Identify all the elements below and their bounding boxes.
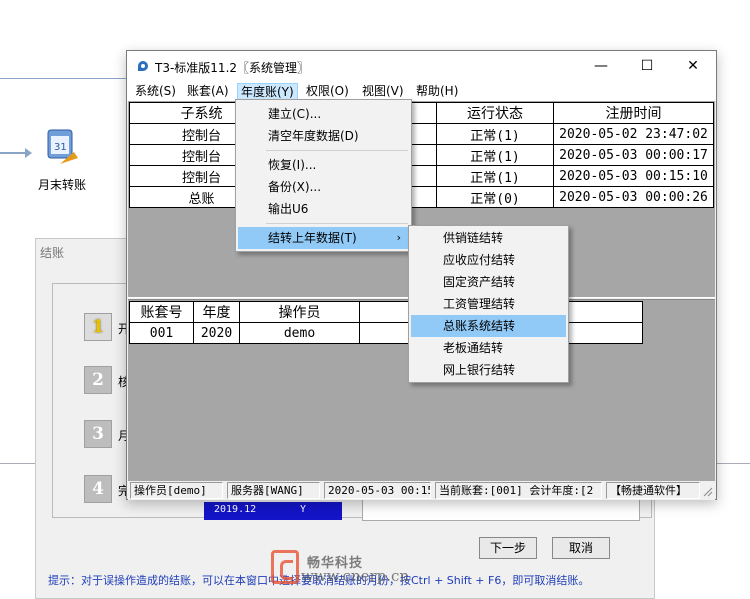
month-end-transfer-label[interactable]: 月末转账 bbox=[38, 176, 86, 193]
status-account: 当前账套:[001] 会计年度:[2 bbox=[435, 482, 602, 499]
column-header[interactable]: 账套号 bbox=[129, 301, 194, 323]
menu-item-carry-forward[interactable]: 结转上年数据(T) › bbox=[238, 227, 409, 249]
table-header-row: 子系统 站点 运行状态 注册时间 bbox=[129, 102, 714, 124]
table-cell: 001 bbox=[129, 322, 194, 344]
menu-separator bbox=[266, 150, 408, 151]
menu-bar: 系统(S) 账套(A) 年度账(Y) 权限(O) 视图(V) 帮助(H) bbox=[127, 81, 716, 101]
status-datetime: 2020-05-03 00:15 bbox=[324, 482, 431, 499]
flow-arrow bbox=[0, 148, 32, 158]
menu-item-create[interactable]: 建立(C)... bbox=[238, 103, 409, 125]
background-connector bbox=[0, 78, 126, 79]
table-cell: 2020-05-03 00:00:26 bbox=[553, 186, 714, 208]
table-row[interactable]: 控制台 正常(1) 2020-05-03 00:00:17 bbox=[129, 144, 714, 166]
dialog-title: 结账 bbox=[40, 246, 65, 260]
submenu-item-general-ledger[interactable]: 总账系统结转 bbox=[411, 315, 566, 337]
year-account-menu: 建立(C)... 清空年度数据(D) 恢复(I)... 备份(X)... 输出U… bbox=[235, 99, 412, 252]
carry-forward-submenu: 供销链结转 应收应付结转 固定资产结转 工资管理结转 总账系统结转 老板通结转 … bbox=[408, 225, 569, 383]
table-cell: 正常(1) bbox=[436, 144, 554, 166]
submenu-arrow-icon: › bbox=[396, 231, 401, 244]
close-button[interactable]: ✕ bbox=[670, 51, 716, 81]
menu-system[interactable]: 系统(S) bbox=[132, 83, 179, 101]
table-cell: 2020-05-03 00:00:17 bbox=[553, 144, 714, 166]
table-cell: 2020-05-02 23:47:02 bbox=[553, 123, 714, 145]
watermark-url: www.cnerp.cn bbox=[301, 567, 410, 585]
menu-item-clear-year-data[interactable]: 清空年度数据(D) bbox=[238, 125, 409, 147]
step-4-icon: 4 bbox=[84, 475, 112, 503]
column-header[interactable]: 注册时间 bbox=[553, 102, 714, 124]
status-operator: 操作员[demo] bbox=[130, 482, 223, 499]
maximize-button[interactable]: ☐ bbox=[624, 51, 670, 81]
submenu-item-receivable-payable[interactable]: 应收应付结转 bbox=[411, 249, 566, 271]
status-brand: 【畅捷通软件】 bbox=[606, 482, 700, 499]
app-icon bbox=[138, 61, 148, 71]
table-cell: 正常(1) bbox=[436, 123, 554, 145]
window-title: T3-标准版11.2〖系统管理〗 bbox=[155, 61, 310, 75]
submenu-item-online-banking[interactable]: 网上银行结转 bbox=[411, 359, 566, 381]
column-header[interactable]: 操作员 bbox=[239, 301, 360, 323]
table-row[interactable]: 控制台 正常(1) 2020-05-02 23:47:02 bbox=[129, 123, 714, 145]
menu-item-carry-forward-label: 结转上年数据(T) bbox=[268, 231, 357, 245]
minimize-button[interactable]: — bbox=[578, 51, 624, 81]
submenu-item-boss-link[interactable]: 老板通结转 bbox=[411, 337, 566, 359]
table-cell: 正常(0) bbox=[436, 186, 554, 208]
title-bar[interactable]: T3-标准版11.2〖系统管理〗 — ☐ ✕ bbox=[127, 51, 716, 81]
table-cell: demo bbox=[239, 322, 360, 344]
table-cell: 正常(1) bbox=[436, 165, 554, 187]
period-row-selected[interactable]: 2019.12 Y bbox=[204, 502, 342, 520]
cancel-button[interactable]: 取消 bbox=[552, 537, 610, 559]
step-3-icon: 3 bbox=[84, 420, 112, 448]
table-row[interactable]: 控制台 正常(1) 2020-05-03 00:15:10 bbox=[129, 165, 714, 187]
menu-item-export-u6[interactable]: 输出U6 bbox=[238, 198, 409, 220]
calendar-icon: 31 bbox=[47, 129, 78, 164]
status-server: 服务器[WANG] bbox=[227, 482, 320, 499]
watermark-logo-icon bbox=[271, 550, 299, 584]
period-month: 2019.12 bbox=[214, 504, 257, 515]
period-flag: Y bbox=[300, 504, 307, 515]
status-bar: 操作员[demo] 服务器[WANG] 2020-05-03 00:15 当前账… bbox=[128, 481, 715, 500]
next-step-button[interactable]: 下一步 bbox=[479, 537, 537, 559]
month-end-transfer-icon[interactable]: 31 bbox=[42, 124, 82, 170]
resize-grip-icon[interactable] bbox=[701, 485, 713, 497]
menu-item-backup[interactable]: 备份(X)... bbox=[238, 176, 409, 198]
table-row[interactable]: 总账 正常(0) 2020-05-03 00:00:26 bbox=[129, 186, 714, 208]
table-cell: 2020 bbox=[193, 322, 240, 344]
table-cell: 2020-05-03 00:15:10 bbox=[553, 165, 714, 187]
watermark: 畅华科技 www.cnerp.cn bbox=[271, 550, 481, 595]
menu-account-set[interactable]: 账套(A) bbox=[184, 83, 232, 101]
svg-text:31: 31 bbox=[54, 142, 67, 153]
column-header[interactable]: 年度 bbox=[193, 301, 240, 323]
menu-separator bbox=[266, 223, 408, 224]
menu-help[interactable]: 帮助(H) bbox=[413, 83, 461, 101]
column-header[interactable]: 运行状态 bbox=[436, 102, 554, 124]
menu-item-restore[interactable]: 恢复(I)... bbox=[238, 154, 409, 176]
submenu-item-payroll[interactable]: 工资管理结转 bbox=[411, 293, 566, 315]
submenu-item-supply-chain[interactable]: 供销链结转 bbox=[411, 227, 566, 249]
subsystem-table: 子系统 站点 运行状态 注册时间 控制台 正常(1) 2020-05-02 23… bbox=[129, 102, 714, 208]
submenu-item-fixed-assets[interactable]: 固定资产结转 bbox=[411, 271, 566, 293]
step-2-icon: 2 bbox=[84, 366, 112, 394]
step-1-icon: 1 bbox=[84, 313, 112, 341]
